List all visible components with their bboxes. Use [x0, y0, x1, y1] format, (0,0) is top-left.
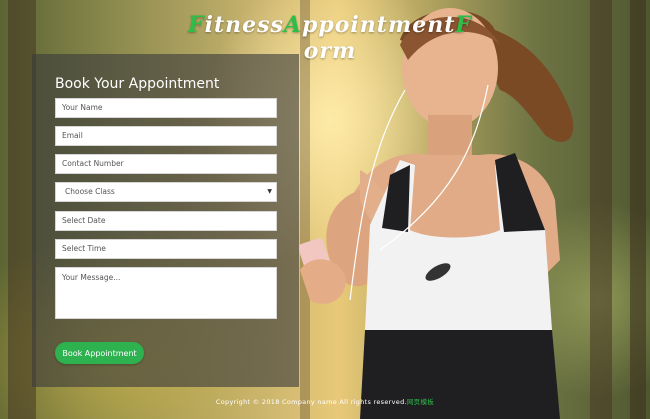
title-part: F [187, 12, 205, 38]
email-placeholder: Email [62, 131, 83, 140]
title-part: A [283, 12, 302, 38]
time-input[interactable]: Select Time [55, 239, 277, 259]
name-input[interactable]: Your Name [55, 98, 277, 118]
caret-down-icon: ▼ [267, 188, 272, 195]
message-textarea[interactable]: Your Message... [55, 267, 277, 319]
tree-trunk [630, 0, 646, 419]
contact-number-input[interactable]: Contact Number [55, 154, 277, 174]
time-placeholder: Select Time [62, 244, 106, 253]
date-placeholder: Select Date [62, 216, 106, 225]
message-placeholder: Your Message... [62, 273, 121, 282]
appointment-form-panel: Book Your Appointment Your Name Email Co… [32, 54, 299, 387]
name-placeholder: Your Name [62, 103, 103, 112]
title-part: F [455, 12, 472, 38]
title-part: ppointment [301, 12, 456, 38]
class-select[interactable]: Choose Class ▼ [55, 182, 277, 202]
title-part: itness [204, 12, 284, 38]
footer: Copyright © 2018 Company name All rights… [0, 396, 650, 406]
contact-placeholder: Contact Number [62, 159, 124, 168]
date-input[interactable]: Select Date [55, 211, 277, 231]
email-input[interactable]: Email [55, 126, 277, 146]
title-part: orm [303, 38, 357, 64]
copyright-text: Copyright © 2018 Company name All rights… [215, 398, 407, 406]
form-heading: Book Your Appointment [55, 76, 220, 92]
book-appointment-button[interactable]: Book Appointment [55, 342, 144, 364]
class-select-value: Choose Class [65, 187, 115, 196]
footer-link[interactable]: 网页模板 [407, 398, 434, 406]
